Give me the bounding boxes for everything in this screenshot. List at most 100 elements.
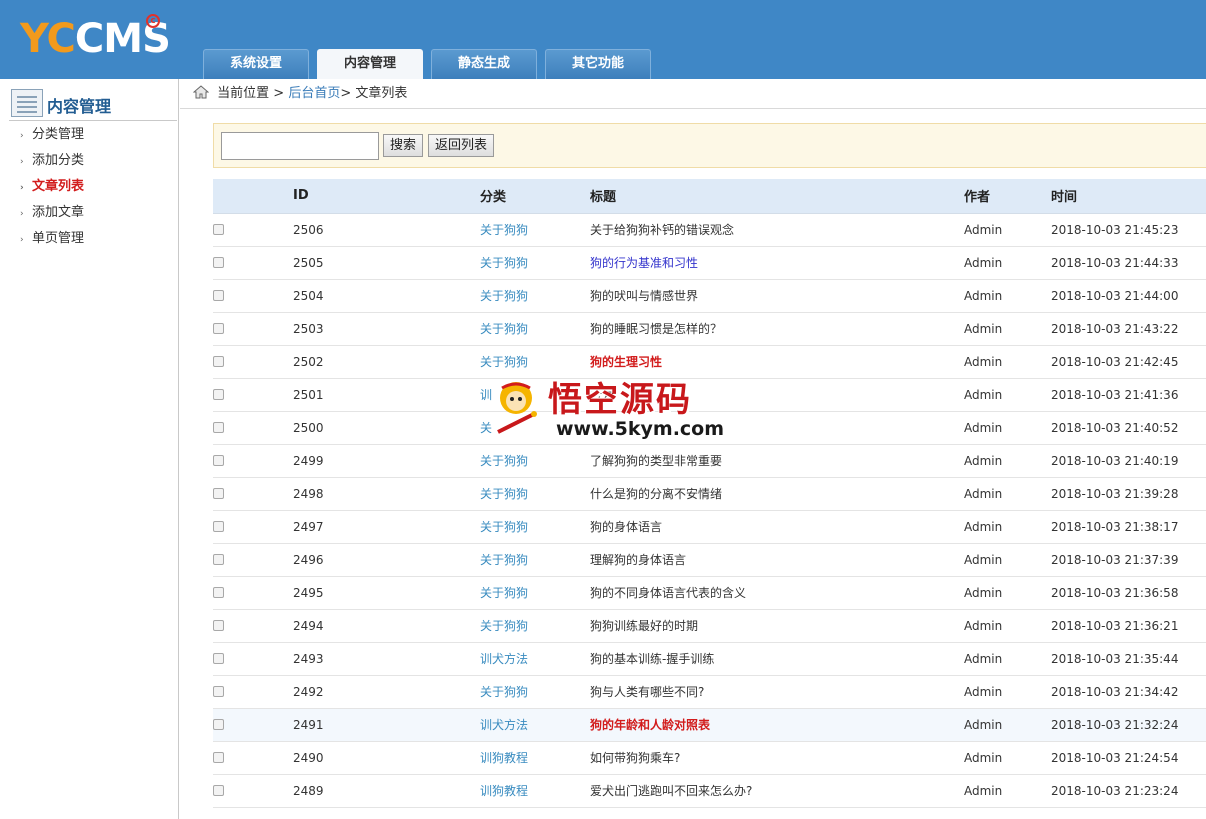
row-checkbox-input[interactable] [213,454,224,466]
cell-title-text[interactable]: 理解狗的身体语言 [590,553,686,567]
row-checkbox-input[interactable] [213,355,224,367]
row-checkbox[interactable] [213,312,293,346]
cell-title-text[interactable]: 狗的吠叫与情感世界 [590,289,698,303]
nav-tab-1[interactable]: 内容管理 [317,49,423,79]
row-checkbox[interactable] [213,345,293,379]
sidebar-item-0[interactable]: › 分类管理 [20,125,84,151]
nav-tab-0[interactable]: 系统设置 [203,49,309,79]
row-checkbox-input[interactable] [213,421,224,433]
cell-category-text[interactable]: 训犬方法 [480,718,528,732]
breadcrumb-home-link[interactable]: 后台首页 [288,86,340,101]
cell-id: 2502 [293,345,480,379]
row-checkbox[interactable] [213,246,293,280]
row-checkbox-input[interactable] [213,322,224,334]
row-checkbox-input[interactable] [213,619,224,631]
watermark-text: 悟空源码 [548,380,692,420]
search-input[interactable] [221,132,379,160]
header-category: 分类 [480,179,590,214]
row-checkbox[interactable] [213,642,293,676]
cell-title: 狗的睡眠习惯是怎样的？ [590,312,964,346]
cell-title-text[interactable]: 狗的睡眠习惯是怎样的？ [590,322,722,336]
cell-title-text[interactable]: 狗的行为基准和习性 [590,256,698,270]
row-checkbox[interactable] [213,213,293,247]
chevron-right-icon: › [20,157,24,167]
row-checkbox-input[interactable] [213,223,224,235]
row-checkbox-input[interactable] [213,586,224,598]
row-checkbox-input[interactable] [213,553,224,565]
row-checkbox-input[interactable] [213,487,224,499]
row-checkbox[interactable] [213,378,293,412]
row-checkbox[interactable] [213,510,293,544]
sidebar-item-3[interactable]: › 添加文章 [20,203,84,229]
cell-id-text: 2493 [293,651,324,666]
row-checkbox-input[interactable] [213,256,224,268]
cell-id-text: 2500 [293,420,324,435]
cell-title-text[interactable]: 狗的基本训练-握手训练 [590,652,714,666]
sidebar-item-2[interactable]: › 文章列表 [20,177,84,203]
cell-title-text[interactable]: 关于给狗狗补钙的错误观念 [590,223,734,237]
row-checkbox[interactable] [213,609,293,643]
row-checkbox-input[interactable] [213,652,224,664]
cell-category-text[interactable]: 关于狗狗 [480,322,528,336]
cell-id-text: 2503 [293,321,324,336]
nav-tab-3[interactable]: 其它功能 [545,49,651,79]
cell-title-text[interactable]: 狗狗训练最好的时期 [590,619,698,633]
back-to-list-button[interactable]: 返回列表 [428,134,494,157]
cell-id: 2506 [293,213,480,247]
watermark-url: www.5kym.com [556,418,725,440]
cell-title-text[interactable]: 爱犬出门逃跑叫不回来怎么办? [590,784,752,798]
cell-category-text[interactable]: 训狗教程 [480,784,528,798]
row-checkbox[interactable] [213,576,293,610]
cell-title: 狗的行为基准和习性 [590,246,964,280]
row-checkbox[interactable] [213,708,293,742]
cell-title-text[interactable]: 狗的生理习性 [590,355,662,369]
cell-category-text[interactable]: 关于狗狗 [480,355,528,369]
row-checkbox[interactable] [213,741,293,775]
row-checkbox-input[interactable] [213,751,224,763]
cell-category-text[interactable]: 训犬方法 [480,652,528,666]
cell-category-text[interactable]: 关于狗狗 [480,586,528,600]
row-checkbox-input[interactable] [213,289,224,301]
row-checkbox[interactable] [213,774,293,808]
row-checkbox[interactable] [213,477,293,511]
cell-category-text[interactable]: 关于狗狗 [480,256,528,270]
sidebar-item-4[interactable]: › 单页管理 [20,229,84,255]
row-checkbox[interactable] [213,444,293,478]
yccms-logo: YCCMS c [20,14,171,62]
cell-title-text[interactable]: 狗的不同身体语言代表的含义 [590,586,746,600]
cell-title-text[interactable]: 什么是狗的分离不安情绪 [590,487,722,501]
cell-time-text: 2018-10-03 21:39:28 [1051,486,1179,501]
row-checkbox[interactable] [213,411,293,445]
table-row: 2492 关于狗狗 狗与人类有哪些不同? Admin 2018-10-03 21:34:… [213,675,1206,709]
row-checkbox-input[interactable] [213,784,224,796]
cell-category-text[interactable]: 关于狗狗 [480,685,528,699]
row-checkbox-input[interactable] [213,388,224,400]
row-checkbox[interactable] [213,279,293,313]
cell-category-text[interactable]: 关于狗狗 [480,619,528,633]
nav-tab-2[interactable]: 静态生成 [431,49,537,79]
row-checkbox-input[interactable] [213,718,224,730]
row-checkbox-input[interactable] [213,685,224,697]
cell-category-text[interactable]: 关于狗狗 [480,520,528,534]
cell-category-text[interactable]: 关于狗狗 [480,454,528,468]
cell-title-text[interactable]: 了解狗狗的类型非常重要 [590,454,722,468]
document-list-icon [11,89,43,117]
cell-category-text[interactable]: 关于狗狗 [480,223,528,237]
sidebar-item-1[interactable]: › 添加分类 [20,151,84,177]
cell-category-text[interactable]: 关于狗狗 [480,487,528,501]
cell-title-text[interactable]: 狗与人类有哪些不同? [590,685,704,699]
cell-category-text[interactable]: 训狗教程 [480,751,528,765]
cell-category: 训狗教程 [480,774,590,808]
row-checkbox[interactable] [213,543,293,577]
cell-title-text[interactable]: 狗的身体语言 [590,520,662,534]
cell-id-text: 2502 [293,354,324,369]
row-checkbox[interactable] [213,675,293,709]
row-checkbox-input[interactable] [213,520,224,532]
cell-time-text: 2018-10-03 21:40:19 [1051,453,1179,468]
divider [180,108,1206,109]
cell-title-text[interactable]: 狗的年龄和人龄对照表 [590,718,710,732]
search-button[interactable]: 搜索 [383,134,423,157]
cell-title-text[interactable]: 如何带狗狗乘车? [590,751,680,765]
cell-category-text[interactable]: 关于狗狗 [480,553,528,567]
cell-category-text[interactable]: 关于狗狗 [480,289,528,303]
